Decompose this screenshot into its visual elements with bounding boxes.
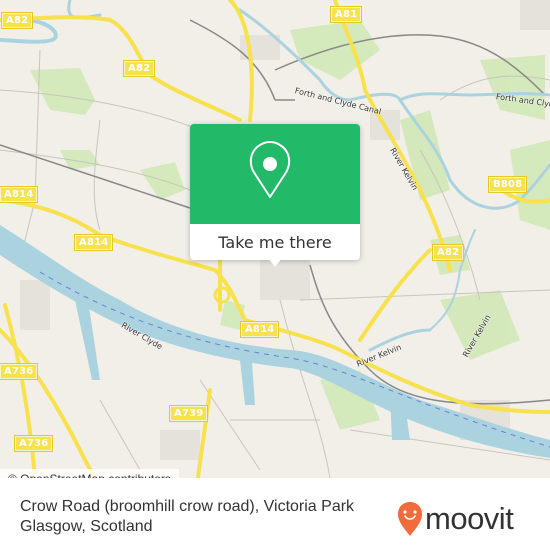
map-attribution[interactable]: © OpenStreetMap contributors (0, 469, 179, 478)
road-shield-a814: A814 (73, 234, 114, 251)
moovit-logo: moovit (397, 499, 514, 539)
moovit-wordmark: moovit (425, 501, 514, 536)
road-shield-a82: A82 (122, 60, 156, 77)
address-line-2: Glasgow, Scotland (20, 518, 153, 535)
road-shield-a81: A81 (329, 6, 363, 23)
address: Crow Road (broomhill crow road), Victori… (20, 497, 380, 537)
road-shield-a736: A736 (0, 363, 39, 380)
take-me-there-button[interactable]: Take me there (190, 224, 360, 260)
popup-pointer (267, 257, 283, 267)
address-line-1: Crow Road (broomhill crow road), Victori… (20, 498, 355, 515)
moovit-pin-icon (398, 502, 422, 536)
road-shield-b808: B808 (487, 176, 528, 193)
road-shield-a82: A82 (431, 244, 465, 261)
location-popup: Take me there (190, 124, 360, 267)
road-shield-a82: A82 (0, 12, 34, 29)
road-shield-a814: A814 (239, 321, 280, 338)
map[interactable]: A82 A82 A81 A814 A814 A814 A82 B808 A739… (0, 0, 550, 478)
popup-header (190, 124, 360, 224)
footer: Crow Road (broomhill crow road), Victori… (0, 489, 550, 550)
road-shield-a814: A814 (0, 186, 39, 203)
road-shield-a736: A736 (13, 435, 54, 452)
map-pin-icon (249, 141, 291, 198)
road-shield-a739: A739 (168, 405, 209, 422)
